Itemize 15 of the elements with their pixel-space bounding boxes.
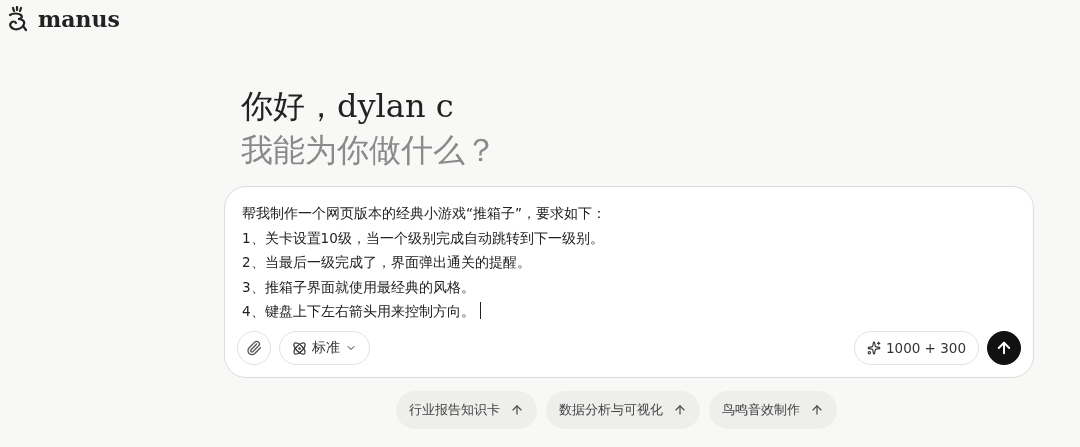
credits-button[interactable]: 1000 + 300: [853, 331, 979, 365]
suggestion-chip[interactable]: 行业报告知识卡: [395, 391, 537, 429]
attach-button[interactable]: [237, 331, 271, 365]
send-button[interactable]: [987, 331, 1021, 365]
mode-dropdown[interactable]: 标准: [279, 331, 370, 365]
greeting-title: 你好，dylan c: [240, 86, 454, 127]
suggestion-chip[interactable]: 数据分析与可视化: [545, 391, 700, 429]
sparkle-icon: [866, 341, 881, 355]
paperclip-icon: [246, 340, 262, 356]
logo-icon: [6, 6, 30, 32]
suggestion-chip[interactable]: 鸟鸣音效制作: [708, 391, 837, 429]
logo-text: manus: [38, 6, 120, 32]
greeting-subtitle: 我能为你做什么？: [240, 130, 497, 171]
atom-icon: [292, 340, 307, 356]
input-field[interactable]: 帮我制作一个网页版本的经典小游戏“推箱子”，要求如下： 1、关卡设置10级，当一个级别完成自动跳转到下一级别。 2、当最后一级完成了，界面弹出通关的提醒。 3、推箱子界面就使用最经典的风格。 4、键盘上下左右箭头用来控制方向。: [242, 201, 1021, 324]
